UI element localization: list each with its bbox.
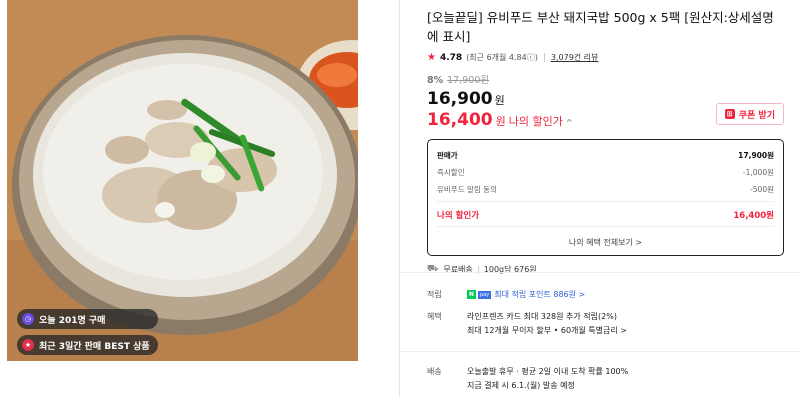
purchase-count-badge: ◷ 오늘 201명 구매: [17, 309, 158, 329]
unit-price-text: 100g당 676원: [483, 265, 537, 274]
points-label: 적립: [427, 290, 442, 299]
section-divider: [400, 351, 800, 352]
recent-rating: (최근 6개월 4.84ⓘ): [466, 53, 538, 62]
product-title: [오늘끝딜] 유비푸드 부산 돼지국밥 500g x 5팩 [원산지:상세설명에…: [427, 10, 774, 44]
price-row-total: 나의 할인가 16,400원: [437, 206, 774, 223]
section-divider: [400, 272, 800, 273]
truck-icon: ⛟: [427, 264, 439, 274]
points-text: 최대 적립 포인트 886원 >: [494, 290, 586, 299]
delivery-line-2: 지금 결제 시 6.1.(월) 발송 예정: [467, 381, 575, 390]
purchase-count-text: 오늘 201명 구매: [39, 315, 106, 326]
my-price-unit: 원: [495, 115, 506, 128]
price-row-label: 즉시할인: [437, 168, 465, 177]
best-seller-text: 최근 3일간 판매 BEST 상품: [39, 341, 150, 352]
price-box-divider: [437, 226, 774, 227]
best-seller-badge: ★ 최근 3일간 판매 BEST 상품: [17, 335, 158, 355]
price-row-label: 유비푸드 알림 동의: [437, 185, 497, 194]
price-row-alarm: 유비푸드 알림 동의 -500원: [437, 181, 774, 198]
benefit-line-2[interactable]: 최대 12개월 무이자 할부 • 60개월 특별금리 >: [467, 325, 627, 336]
naver-pay-icon: Npay: [467, 290, 492, 299]
rating-separator: [543, 53, 545, 62]
coupon-icon: ⊞: [724, 109, 735, 119]
delivery-line-1: 오늘출발 휴무 · 평균 2일 이내 도착 확률 100%: [467, 367, 629, 376]
product-info-panel: [오늘끝딜] 유비푸드 부산 돼지국밥 500g x 5팩 [원산지:상세설명에…: [427, 8, 784, 275]
rating-score: 4.78: [439, 52, 463, 63]
price-row-instant: 즉시할인 -1,000원: [437, 164, 774, 181]
sale-price-unit: 원: [494, 94, 505, 107]
panel-divider: [399, 0, 400, 396]
trophy-icon: ★: [22, 339, 34, 351]
sale-price: 16,900: [427, 89, 493, 109]
my-price: 16,400: [427, 110, 493, 130]
clock-icon: ◷: [22, 313, 34, 325]
free-shipping-text: 무료배송: [443, 265, 473, 274]
product-image[interactable]: ◷ 오늘 201명 구매 ★ 최근 3일간 판매 BEST 상품: [7, 0, 358, 361]
my-price-label: 나의 할인가: [508, 115, 563, 128]
price-box-divider: [437, 201, 774, 202]
price-row-value: -500원: [750, 185, 774, 194]
info-icon[interactable]: ⓘ: [527, 53, 535, 62]
discount-rate: 8%: [427, 75, 444, 86]
price-row-list: 판매가 17,900원: [437, 147, 774, 164]
benefit-label: 혜택: [427, 312, 442, 321]
price-breakdown-box: 판매가 17,900원 즉시할인 -1,000원 유비푸드 알림 동의 -500…: [427, 139, 784, 256]
original-price: 17,900원: [447, 75, 490, 86]
rating-row: ★ 4.78 (최근 6개월 4.84ⓘ) 3,079건 리뷰: [427, 52, 784, 63]
product-badges: ◷ 오늘 201명 구매 ★ 최근 3일간 판매 BEST 상품: [17, 309, 158, 355]
chevron-up-icon: ^: [565, 118, 573, 127]
points-value[interactable]: Npay 최대 적립 포인트 886원 >: [467, 289, 585, 300]
star-icon: ★: [427, 52, 436, 63]
all-benefits-link[interactable]: 나의 혜택 전체보기 >: [437, 237, 774, 248]
review-count-link[interactable]: 3,079건 리뷰: [551, 52, 599, 63]
discount-row: 8% 17,900원: [427, 72, 784, 86]
my-price-toggle[interactable]: 16,400 원 나의 할인가 ^: [427, 110, 573, 130]
shipping-summary: ⛟ 무료배송 100g당 676원: [427, 264, 784, 275]
price-row-label: 판매가: [437, 151, 458, 160]
price-row-value: 17,900원: [738, 151, 774, 160]
total-value: 16,400원: [733, 210, 774, 221]
benefit-line-1: 라인프렌즈 카드 최대 328원 추가 적립(2%): [467, 312, 617, 321]
soup-bowl-illustration: [7, 0, 358, 361]
coupon-button-label: 쿠폰 받기: [738, 110, 775, 121]
delivery-label: 배송: [427, 367, 442, 376]
coupon-button[interactable]: ⊞ 쿠폰 받기: [715, 103, 784, 125]
price-row-value: -1,000원: [742, 168, 774, 177]
total-label: 나의 할인가: [437, 210, 480, 221]
my-price-row: 16,400 원 나의 할인가 ^ ⊞ 쿠폰 받기: [427, 103, 784, 130]
